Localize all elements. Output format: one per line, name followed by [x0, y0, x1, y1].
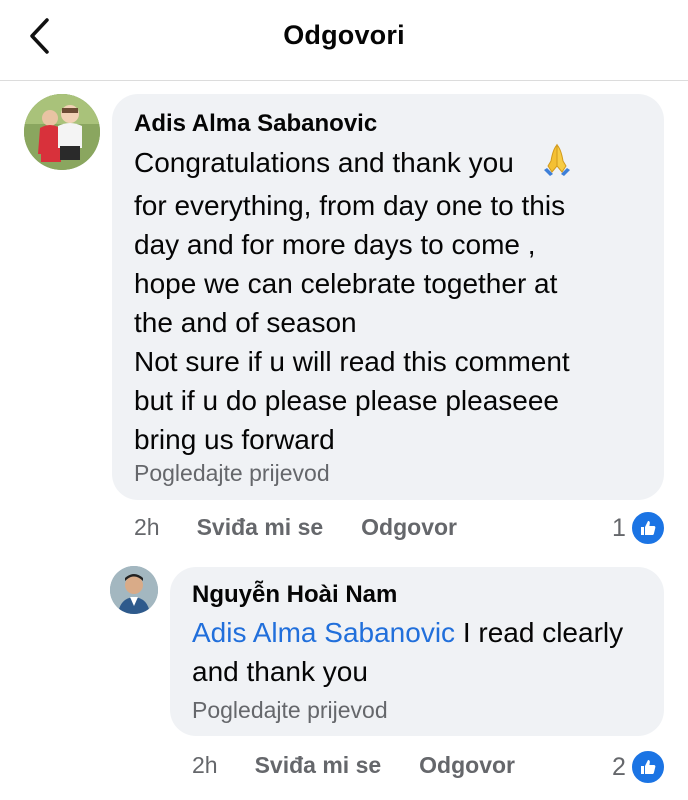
- comment-author[interactable]: Adis Alma Sabanovic: [134, 110, 377, 138]
- comment-text-first-line: Congratulations and thank you: [134, 147, 514, 178]
- mention-link[interactable]: Adis Alma Sabanovic: [192, 617, 455, 648]
- reply-button[interactable]: Odgovor: [361, 514, 457, 541]
- reply-bubble: Nguyễn Hoài Nam Adis Alma Sabanovic I re…: [170, 567, 664, 736]
- comment-actions: 2h Sviđa mi se Odgovor: [134, 514, 457, 541]
- reaction-count: 2: [612, 752, 626, 781]
- reply-text: Adis Alma Sabanovic I read clearly and t…: [192, 613, 652, 691]
- avatar-photo: [24, 94, 100, 170]
- thumbs-up-icon: [629, 510, 666, 546]
- avatar-photo: [110, 566, 158, 614]
- reply-author[interactable]: Nguyễn Hoài Nam: [192, 581, 397, 609]
- reaction-summary[interactable]: 1: [612, 510, 666, 546]
- avatar[interactable]: [24, 94, 100, 170]
- see-translation-link[interactable]: Pogledajte prijevod: [134, 460, 330, 487]
- like-button[interactable]: Sviđa mi se: [197, 514, 324, 541]
- reaction-summary[interactable]: 2: [612, 749, 666, 785]
- comment-text: Congratulations and thank you for everyt…: [134, 142, 654, 459]
- reply-timestamp[interactable]: 2h: [192, 752, 218, 779]
- comment-bubble: Adis Alma Sabanovic Congratulations and …: [112, 94, 664, 500]
- reaction-count: 1: [612, 513, 626, 542]
- avatar[interactable]: [110, 566, 158, 614]
- comment-text-rest: for everything, from day one to this day…: [134, 190, 570, 455]
- like-button[interactable]: Sviđa mi se: [255, 752, 382, 779]
- reply-actions: 2h Sviđa mi se Odgovor: [192, 752, 515, 779]
- see-translation-link[interactable]: Pogledajte prijevod: [192, 697, 388, 724]
- page-title: Odgovori: [283, 20, 405, 50]
- reply-button[interactable]: Odgovor: [419, 752, 515, 779]
- comment-timestamp[interactable]: 2h: [134, 514, 160, 541]
- top-bar: Odgovori: [0, 0, 688, 81]
- thumbs-up-icon: [629, 749, 666, 785]
- folded-hands-icon: [540, 142, 574, 186]
